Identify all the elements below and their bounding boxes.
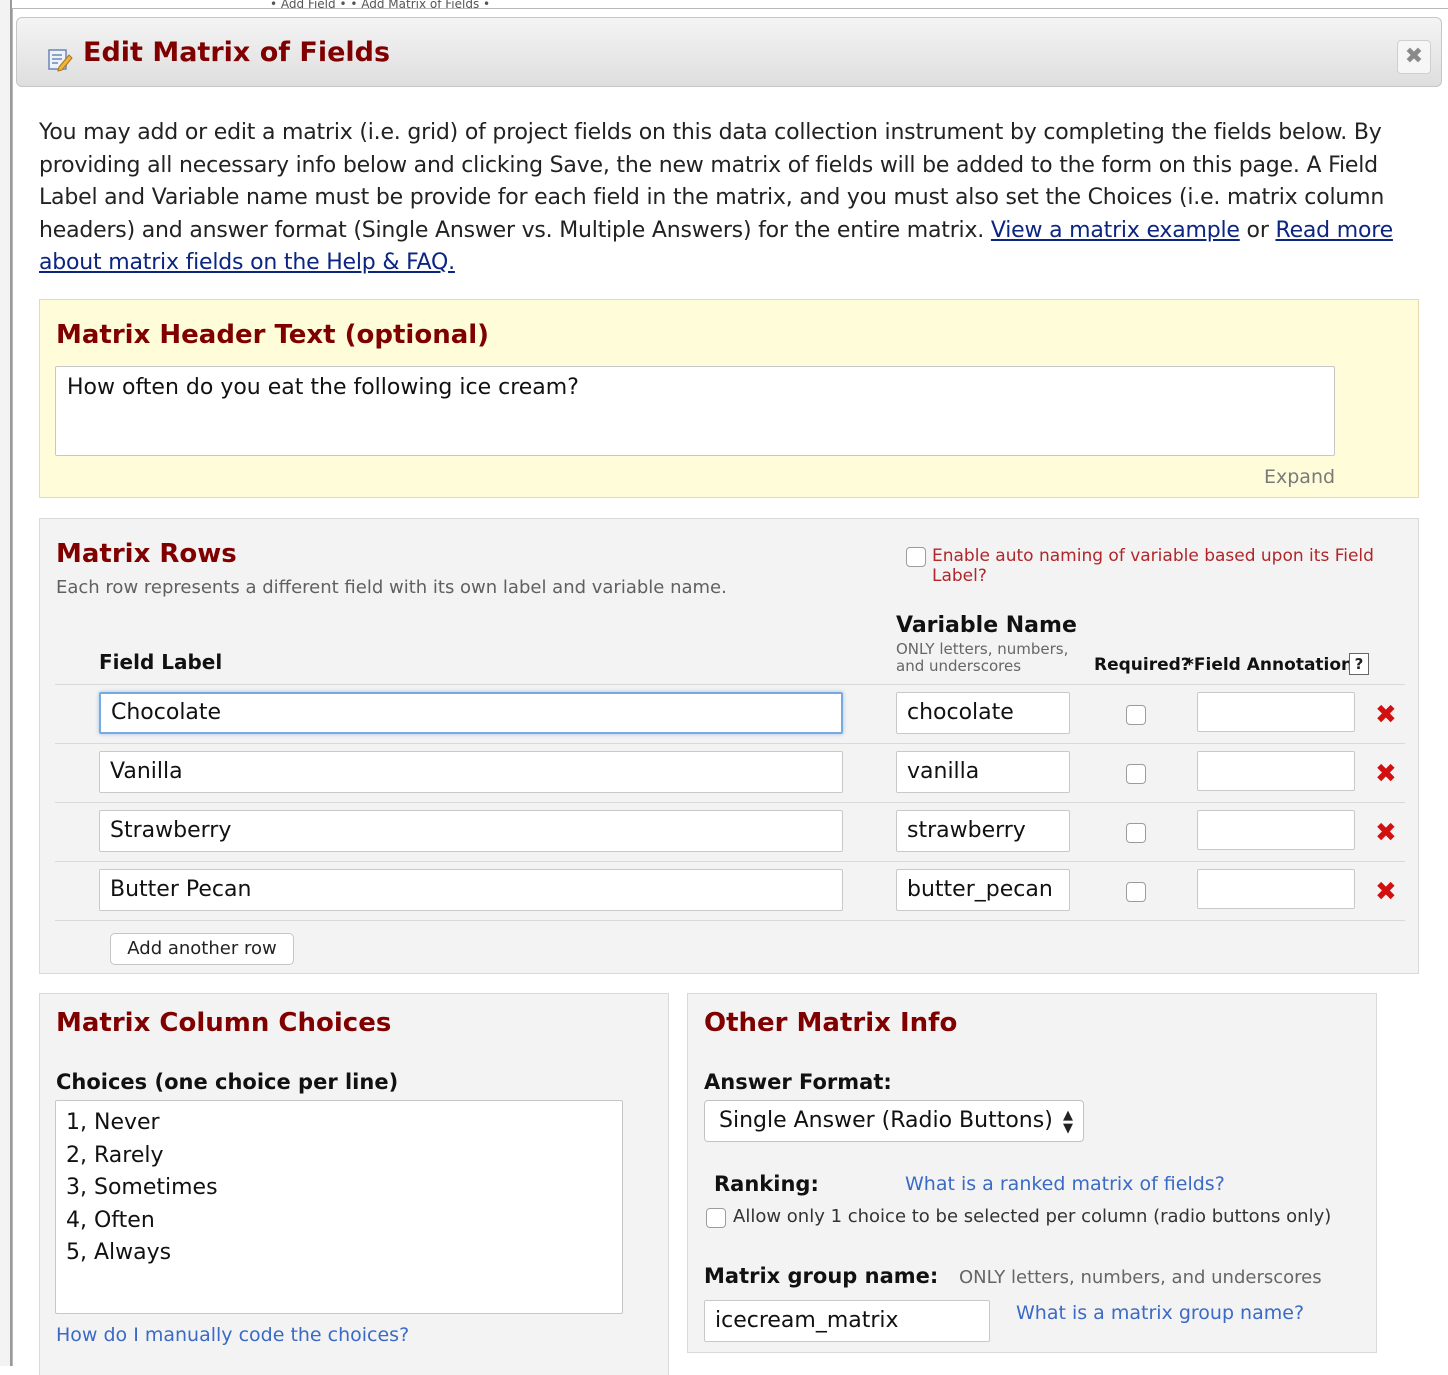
row-1-annotation-input[interactable]	[1197, 692, 1355, 732]
group-name-label: Matrix group name:	[704, 1264, 939, 1288]
row-4-variable-input[interactable]: butter_pecan	[896, 869, 1070, 911]
row-divider	[55, 861, 1405, 862]
row-1-delete-icon[interactable]: ✖	[1375, 702, 1397, 728]
matrix-rows-panel: Matrix Rows Each row represents a differ…	[39, 518, 1419, 974]
row-4-required-checkbox[interactable]	[1126, 882, 1146, 902]
choice-line: 1, Never	[66, 1110, 160, 1135]
field-annotation-help-icon[interactable]: ?	[1349, 653, 1369, 675]
other-matrix-info-panel: Other Matrix Info Answer Format: Single …	[687, 993, 1377, 1353]
row-1-required-checkbox[interactable]	[1126, 705, 1146, 725]
background-tabs: • Add Field • • Add Matrix of Fields •	[270, 0, 491, 8]
row-3-annotation-input[interactable]	[1197, 810, 1355, 850]
view-matrix-example-link[interactable]: View a matrix example	[991, 218, 1240, 243]
matrix-header-panel: Matrix Header Text (optional) How often …	[39, 299, 1419, 498]
choice-line: 3, Sometimes	[66, 1175, 218, 1200]
row-3-delete-icon[interactable]: ✖	[1375, 820, 1397, 846]
row-1-field-label-input[interactable]: Chocolate	[99, 692, 843, 734]
choice-line: 2, Rarely	[66, 1142, 164, 1168]
required-header: Required?	[1094, 655, 1191, 675]
row-2-delete-icon[interactable]: ✖	[1375, 761, 1397, 787]
row-4-annotation-input[interactable]	[1197, 869, 1355, 909]
intro-or: or	[1239, 217, 1276, 243]
edit-form-icon	[48, 49, 73, 72]
ranking-checkbox-label: Allow only 1 choice to be selected per c…	[733, 1206, 1332, 1227]
row-2-variable-input[interactable]: vanilla	[896, 751, 1070, 793]
matrix-header-textarea[interactable]: How often do you eat the following ice c…	[55, 366, 1335, 456]
edit-matrix-dialog: Edit Matrix of Fields ✖ You may add or e…	[12, 8, 1448, 1375]
row-2-annotation-input[interactable]	[1197, 751, 1355, 791]
column-choices-title: Matrix Column Choices	[56, 1008, 392, 1038]
auto-naming-label: Enable auto naming of variable based upo…	[932, 546, 1374, 586]
manual-code-choices-link[interactable]: How do I manually code the choices?	[56, 1324, 409, 1346]
page-background-edge	[0, 0, 12, 1366]
dialog-title: Edit Matrix of Fields	[83, 37, 391, 68]
choice-line: 5, Always	[66, 1240, 172, 1265]
variable-name-hint-1: ONLY letters, numbers,	[896, 640, 1069, 658]
matrix-rows-title: Matrix Rows	[56, 539, 237, 569]
row-3-variable-input[interactable]: strawberry	[896, 810, 1070, 852]
row-2-field-label-input[interactable]: Vanilla	[99, 751, 843, 793]
other-matrix-info-title: Other Matrix Info	[704, 1008, 958, 1038]
variable-name-hint-2: and underscores	[896, 657, 1022, 675]
choices-textarea[interactable]: 1, Never 2, Rarely 3, Sometimes 4, Often…	[55, 1100, 623, 1314]
select-arrows-icon: ▲ ▼	[1063, 1108, 1073, 1136]
field-label-header: Field Label	[99, 650, 223, 674]
group-name-hint: ONLY letters, numbers, and underscores	[959, 1267, 1322, 1288]
choice-line: 4, Often	[66, 1207, 155, 1233]
intro-text: You may add or edit a matrix (i.e. grid)…	[39, 117, 1429, 280]
group-name-help-link[interactable]: What is a matrix group name?	[1016, 1302, 1304, 1324]
group-name-input[interactable]: icecream_matrix	[704, 1300, 990, 1342]
row-divider	[55, 920, 1405, 921]
row-divider	[55, 743, 1405, 744]
matrix-header-title: Matrix Header Text (optional)	[56, 320, 490, 350]
ranked-matrix-link[interactable]: What is a ranked matrix of fields?	[905, 1173, 1225, 1195]
row-4-delete-icon[interactable]: ✖	[1375, 879, 1397, 905]
row-4-field-label-input[interactable]: Butter Pecan	[99, 869, 843, 911]
dialog-titlebar[interactable]: Edit Matrix of Fields ✖	[16, 17, 1442, 87]
row-3-required-checkbox[interactable]	[1126, 823, 1146, 843]
expand-link[interactable]: Expand	[1264, 466, 1335, 488]
choices-label: Choices (one choice per line)	[56, 1070, 399, 1094]
field-annotation-header: *Field Annotation	[1185, 655, 1354, 675]
matrix-column-choices-panel: Matrix Column Choices Choices (one choic…	[39, 993, 669, 1375]
answer-format-label: Answer Format:	[704, 1070, 892, 1094]
ranking-label: Ranking:	[714, 1172, 819, 1196]
row-2-required-checkbox[interactable]	[1126, 764, 1146, 784]
variable-name-header: Variable Name	[896, 613, 1077, 638]
answer-format-select[interactable]: Single Answer (Radio Buttons) ▲ ▼	[704, 1100, 1084, 1142]
row-1-variable-input[interactable]: chocolate	[896, 692, 1070, 734]
ranking-checkbox[interactable]	[706, 1208, 726, 1228]
close-icon[interactable]: ✖	[1397, 40, 1431, 74]
row-divider	[55, 802, 1405, 803]
answer-format-value: Single Answer (Radio Buttons)	[719, 1108, 1053, 1133]
matrix-rows-subtitle: Each row represents a different field wi…	[56, 577, 727, 598]
row-divider	[55, 684, 1405, 685]
row-3-field-label-input[interactable]: Strawberry	[99, 810, 843, 852]
auto-naming-checkbox[interactable]	[906, 547, 926, 567]
add-another-row-button[interactable]: Add another row	[110, 933, 294, 965]
